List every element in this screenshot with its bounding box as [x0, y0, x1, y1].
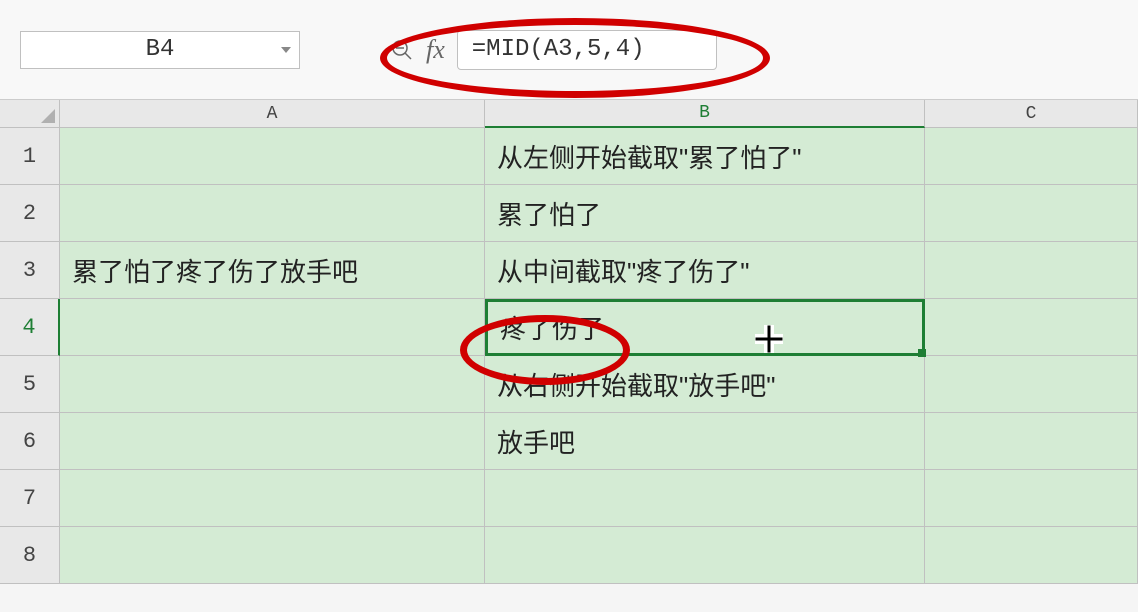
cell-a7[interactable] [60, 470, 485, 527]
row-5: 5 从右侧开始截取"放手吧" [0, 356, 1138, 413]
cell-b3[interactable]: 从中间截取"疼了伤了" [485, 242, 925, 299]
row-4: 4 疼了伤了 [0, 299, 1138, 356]
cell-b1[interactable]: 从左侧开始截取"累了怕了" [485, 128, 925, 185]
row-header-8[interactable]: 8 [0, 527, 60, 584]
formula-value: =MID(A3,5,4) [472, 36, 645, 63]
fx-label[interactable]: fx [426, 35, 445, 65]
zoom-out-icon[interactable] [390, 38, 414, 62]
row-3: 3 累了怕了疼了伤了放手吧 从中间截取"疼了伤了" [0, 242, 1138, 299]
column-headers-row: A B C [0, 100, 1138, 128]
cell-c5[interactable] [925, 356, 1138, 413]
formula-bar-area: B4 fx =MID(A3,5,4) [0, 0, 1138, 100]
cell-c4[interactable] [925, 299, 1138, 356]
cell-b2[interactable]: 累了怕了 [485, 185, 925, 242]
cell-c1[interactable] [925, 128, 1138, 185]
spreadsheet-grid: A B C 1 从左侧开始截取"累了怕了" 2 累了怕了 3 累了怕了疼了伤了放… [0, 100, 1138, 584]
cell-c2[interactable] [925, 185, 1138, 242]
name-box[interactable]: B4 [20, 31, 300, 69]
row-header-7[interactable]: 7 [0, 470, 60, 527]
cell-b6[interactable]: 放手吧 [485, 413, 925, 470]
row-6: 6 放手吧 [0, 413, 1138, 470]
name-box-dropdown-icon[interactable] [281, 47, 291, 53]
cell-c6[interactable] [925, 413, 1138, 470]
column-header-c[interactable]: C [925, 100, 1138, 128]
row-header-2[interactable]: 2 [0, 185, 60, 242]
row-header-6[interactable]: 6 [0, 413, 60, 470]
column-header-a[interactable]: A [60, 100, 485, 128]
select-all-corner[interactable] [0, 100, 60, 128]
cell-a6[interactable] [60, 413, 485, 470]
cell-c8[interactable] [925, 527, 1138, 584]
cell-a1[interactable] [60, 128, 485, 185]
cell-b7[interactable] [485, 470, 925, 527]
name-box-value: B4 [146, 36, 175, 63]
cell-a3[interactable]: 累了怕了疼了伤了放手吧 [60, 242, 485, 299]
cell-a8[interactable] [60, 527, 485, 584]
cell-c3[interactable] [925, 242, 1138, 299]
column-header-b[interactable]: B [485, 100, 925, 128]
row-7: 7 [0, 470, 1138, 527]
cell-b8[interactable] [485, 527, 925, 584]
cell-b5[interactable]: 从右侧开始截取"放手吧" [485, 356, 925, 413]
formula-controls: fx =MID(A3,5,4) [390, 30, 717, 70]
row-2: 2 累了怕了 [0, 185, 1138, 242]
cell-a5[interactable] [60, 356, 485, 413]
cell-b4[interactable]: 疼了伤了 [485, 299, 925, 356]
formula-input[interactable]: =MID(A3,5,4) [457, 30, 717, 70]
cell-a4[interactable] [60, 299, 485, 356]
cell-a2[interactable] [60, 185, 485, 242]
row-header-3[interactable]: 3 [0, 242, 60, 299]
row-header-5[interactable]: 5 [0, 356, 60, 413]
row-header-4[interactable]: 4 [0, 299, 60, 356]
row-1: 1 从左侧开始截取"累了怕了" [0, 128, 1138, 185]
cell-c7[interactable] [925, 470, 1138, 527]
row-8: 8 [0, 527, 1138, 584]
row-header-1[interactable]: 1 [0, 128, 60, 185]
